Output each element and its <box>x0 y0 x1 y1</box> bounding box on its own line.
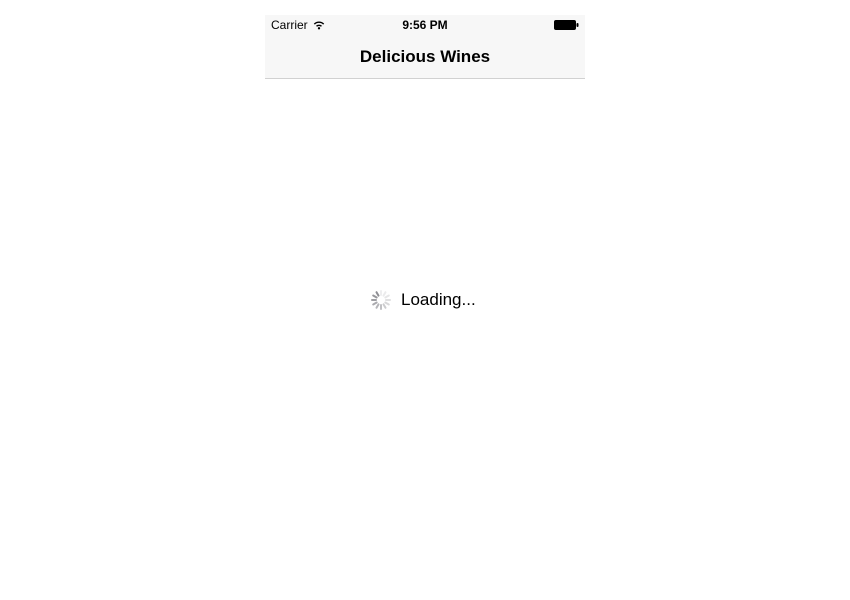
phone-frame: Carrier 9:56 PM Delicious Wines <box>265 15 585 79</box>
battery-icon <box>554 20 579 30</box>
loading-indicator: Loading... <box>371 290 476 310</box>
status-bar-left: Carrier <box>271 18 326 32</box>
status-bar: Carrier 9:56 PM <box>265 15 585 35</box>
loading-text: Loading... <box>401 290 476 310</box>
wifi-icon <box>312 20 326 30</box>
status-bar-right <box>554 20 579 30</box>
navigation-bar: Delicious Wines <box>265 35 585 79</box>
spinner-icon <box>371 290 391 310</box>
status-bar-time: 9:56 PM <box>402 18 447 32</box>
page-title: Delicious Wines <box>360 47 490 67</box>
carrier-label: Carrier <box>271 18 308 32</box>
